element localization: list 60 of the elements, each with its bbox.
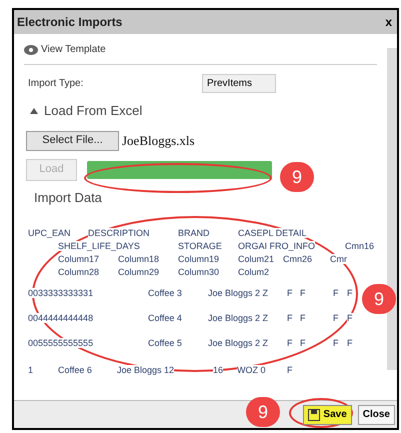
column-header: Column17	[58, 254, 100, 264]
table-cell: Joe Bloggs 2 Z	[208, 288, 268, 298]
import-data-title: Import Data	[33, 188, 102, 207]
column-header: Cmr	[330, 254, 347, 264]
table-cell: F	[287, 288, 292, 298]
table-cell: 1	[28, 365, 34, 375]
table-cell: F	[333, 288, 338, 298]
table-cell: F	[333, 338, 338, 348]
table-cell: Coffee 4	[148, 313, 182, 323]
view-template-link[interactable]: View Template	[41, 42, 106, 57]
file-name: JoeBloggs.xls	[122, 132, 195, 150]
table-cell: F	[287, 313, 292, 323]
table-cell: WOZ 0	[237, 365, 266, 375]
table-cell: 0055555555555	[28, 338, 94, 348]
import-type-label: Import Type:	[27, 77, 84, 91]
column-header: Column19	[178, 254, 220, 264]
column-header: Colum21	[238, 254, 274, 264]
close-button[interactable]: Close	[358, 404, 395, 424]
table-cell: F	[287, 365, 292, 375]
column-header: CASEPL DETAIL	[238, 228, 307, 238]
save-button[interactable]: Save	[303, 404, 352, 424]
table-cell: F	[287, 338, 292, 348]
column-header: Column29	[118, 267, 160, 277]
select-file-button[interactable]: Select File...	[26, 130, 119, 150]
table-cell: Joe Bloggs 2 Z	[208, 338, 268, 348]
close-button[interactable]: x	[385, 13, 392, 31]
scrollbar[interactable]	[387, 48, 397, 370]
column-header: Column18	[118, 254, 160, 264]
table-cell: F	[333, 313, 338, 323]
table-cell: 0044444444448	[28, 313, 94, 323]
column-header: UPC_EAN	[28, 228, 71, 238]
import-type-field[interactable]: PrevItems	[202, 74, 276, 93]
column-header: ORGAI FRO_INFO	[238, 241, 316, 251]
column-header: Cmn16	[345, 241, 374, 251]
window-title: Electronic Imports	[17, 14, 122, 31]
section-toggle[interactable]: Load From Excel	[24, 101, 142, 120]
table-cell: F	[347, 288, 352, 298]
column-header: BRAND	[178, 228, 210, 238]
table-cell: 16	[213, 365, 224, 375]
column-header: Cmn26	[283, 254, 312, 264]
table-cell: F	[300, 288, 306, 298]
column-header: STORAGE	[178, 241, 222, 251]
column-header: SHELF_LIFE_DAYS	[58, 241, 140, 251]
table-cell: Coffee 6	[58, 365, 92, 375]
table-cell: Coffee 3	[148, 288, 182, 298]
table-cell: Joe Bloggs 2 Z	[208, 313, 268, 323]
column-header: Colum2	[238, 267, 270, 277]
table-cell: F	[347, 313, 352, 323]
table-cell: Joe Bloggs 12	[117, 365, 174, 375]
highlight-ellipse	[289, 398, 353, 428]
table-cell: Coffee 5	[148, 338, 182, 348]
table-cell: F	[347, 338, 352, 348]
column-header: Column28	[58, 267, 100, 277]
section-title: Load From Excel	[44, 102, 142, 120]
column-header: Column30	[178, 267, 220, 277]
table-cell: 0033333333331	[28, 288, 94, 298]
table-cell: F	[300, 338, 306, 348]
table-cell: F	[300, 313, 306, 323]
eye-icon	[24, 44, 38, 54]
column-header: DESCRIPTION	[88, 228, 150, 238]
